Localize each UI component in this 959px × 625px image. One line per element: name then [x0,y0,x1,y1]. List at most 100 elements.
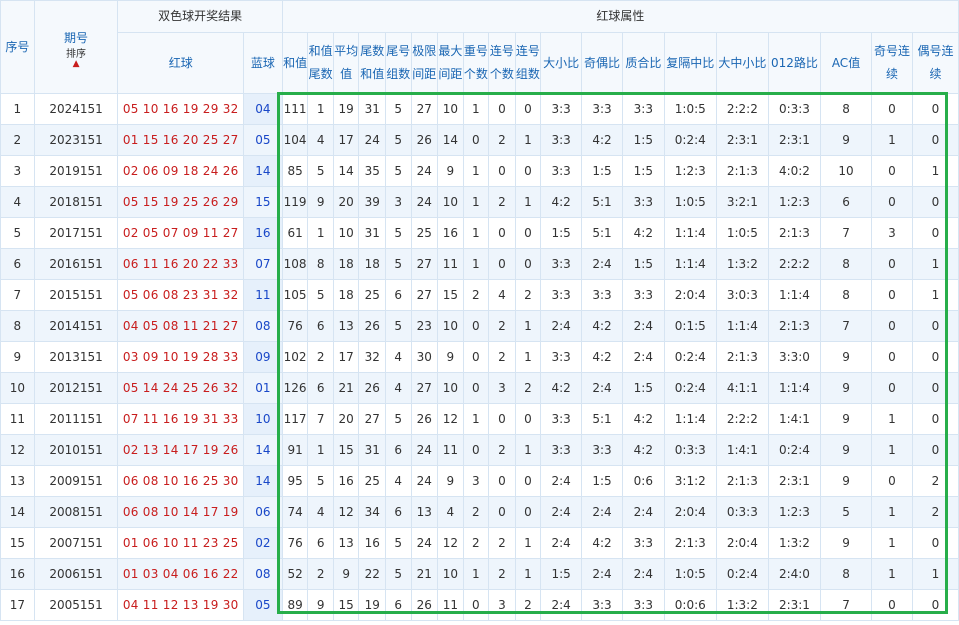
cell-range: 26 [410,403,439,435]
header-sum-tail: 和值尾数 [307,32,334,94]
cell-consec-groups: 2 [514,279,542,311]
cell-odd-even: 4:2 [581,124,623,156]
header-road-012: 012路比 [767,32,821,94]
cell-avg: 13 [332,310,360,342]
cell-repeat-mid: 1:2:3 [663,155,717,187]
cell-max-gap: 10 [437,310,464,342]
cell-big-small: 3:3 [540,279,583,311]
cell-ac: 9 [819,434,873,466]
cell-ac: 8 [819,279,873,311]
cell-avg: 17 [332,341,360,373]
cell-tail-groups: 5 [384,558,412,590]
header-red-ball: 红球 [117,32,245,94]
cell-issue: 2015151 [33,279,119,311]
cell-consec-groups: 1 [514,527,542,559]
cell-prime-comp: 0:6 [621,465,665,497]
cell-seq: 3 [0,155,35,187]
cell-range: 24 [410,527,439,559]
cell-consec-count: 2 [488,341,516,373]
cell-max-gap: 9 [437,465,464,497]
cell-avg: 13 [332,527,360,559]
cell-max-gap: 10 [437,372,464,404]
cell-odd-consec: 0 [871,248,913,280]
cell-sum: 61 [281,217,309,249]
cell-max-gap: 11 [437,589,464,621]
cell-issue: 2014151 [33,310,119,342]
cell-big-small: 2:4 [540,465,583,497]
cell-sum: 126 [281,372,309,404]
cell-consec-count: 2 [488,186,516,218]
cell-avg: 15 [332,434,360,466]
cell-range: 26 [410,124,439,156]
cell-repeat-mid: 1:1:4 [663,217,717,249]
cell-range: 21 [410,558,439,590]
cell-issue: 2013151 [33,341,119,373]
cell-road-012: 0:2:4 [767,434,821,466]
cell-avg: 15 [332,589,360,621]
cell-consec-groups: 1 [514,558,542,590]
table-row: 6 2016151 06 11 16 20 22 33 07 108 8 18 18 5 27 11… [0,248,959,280]
cell-tail-sum: 16 [358,527,386,559]
cell-ac: 9 [819,372,873,404]
cell-sum: 74 [281,496,309,528]
cell-consec-count: 0 [488,155,516,187]
table-row: 9 2013151 03 09 10 19 28 33 09 102 2 17 32 4 30 9 0… [0,341,959,373]
cell-consec-groups: 0 [514,248,542,280]
cell-tail-groups: 6 [384,279,412,311]
cell-issue: 2007151 [33,527,119,559]
cell-red-balls: 01 06 10 11 23 25 [117,527,245,559]
cell-repeat-mid: 3:1:2 [663,465,717,497]
cell-tail-groups: 5 [384,217,412,249]
cell-consec-count: 3 [488,372,516,404]
header-issue[interactable]: 期号 排序 ▲ [33,0,119,94]
cell-big-mid-small: 3:2:1 [715,186,769,218]
cell-prime-comp: 2:4 [621,558,665,590]
cell-seq: 10 [0,372,35,404]
cell-big-small: 1:5 [540,558,583,590]
cell-ac: 10 [819,155,873,187]
cell-odd-even: 5:1 [581,186,623,218]
cell-range: 27 [410,372,439,404]
cell-odd-even: 5:1 [581,217,623,249]
cell-odd-even: 3:3 [581,93,623,125]
cell-road-012: 1:3:2 [767,527,821,559]
cell-tail-sum: 18 [358,248,386,280]
cell-range: 27 [410,279,439,311]
cell-sum-tail: 5 [307,279,334,311]
sort-arrow-icon[interactable]: ▲ [35,60,117,69]
cell-seq: 6 [0,248,35,280]
cell-odd-even: 4:2 [581,341,623,373]
cell-repeat: 0 [462,124,490,156]
cell-ac: 8 [819,558,873,590]
cell-prime-comp: 1:5 [621,124,665,156]
table-row: 10 2012151 05 14 24 25 26 32 01 126 6 21 26 4 27 1… [0,372,959,404]
cell-repeat-mid: 1:0:5 [663,93,717,125]
cell-tail-groups: 6 [384,434,412,466]
cell-consec-count: 0 [488,403,516,435]
cell-tail-sum: 24 [358,124,386,156]
cell-big-small: 2:4 [540,589,583,621]
cell-odd-even: 2:4 [581,496,623,528]
cell-repeat-mid: 1:1:4 [663,403,717,435]
cell-sum: 52 [281,558,309,590]
cell-repeat: 1 [462,558,490,590]
cell-odd-consec: 1 [871,124,913,156]
cell-big-small: 3:3 [540,403,583,435]
cell-blue-ball: 06 [243,496,283,528]
cell-odd-consec: 1 [871,558,913,590]
cell-ac: 9 [819,403,873,435]
table-row: 17 2005151 04 11 12 13 19 30 05 89 9 15 19 6 26 11… [0,589,959,621]
cell-blue-ball: 10 [243,403,283,435]
header-tail-groups: 尾号组数 [384,32,412,94]
cell-sum: 76 [281,310,309,342]
cell-blue-ball: 02 [243,527,283,559]
cell-repeat-mid: 1:1:4 [663,248,717,280]
cell-odd-even: 3:3 [581,589,623,621]
cell-issue: 2019151 [33,155,119,187]
cell-repeat-mid: 2:0:4 [663,279,717,311]
cell-consec-groups: 1 [514,124,542,156]
cell-even-consec: 0 [911,93,959,125]
cell-seq: 1 [0,93,35,125]
cell-prime-comp: 2:4 [621,341,665,373]
cell-big-mid-small: 2:0:4 [715,527,769,559]
